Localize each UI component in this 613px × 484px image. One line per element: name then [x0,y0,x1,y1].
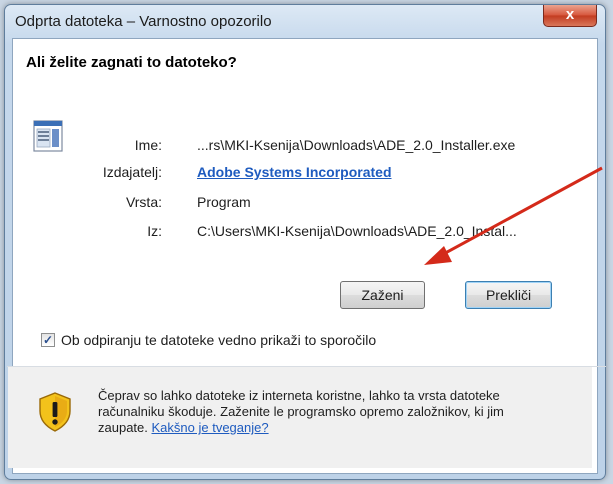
type-value: Program [197,194,251,210]
window-title: Odprta datoteka – Varnostno opozorilo [15,13,272,30]
security-shield-warning-icon [39,392,71,432]
close-icon: x [565,6,575,23]
name-label: Ime: [134,137,162,153]
cancel-button[interactable]: Prekliči [465,281,552,309]
from-label: Iz: [147,223,162,239]
publisher-link[interactable]: Adobe Systems Incorporated [197,164,392,180]
close-button[interactable]: x [543,5,597,27]
dialog-heading: Ali želite zagnati to datoteko? [26,54,237,71]
risk-link[interactable]: Kakšno je tveganje? [152,420,269,435]
from-value: C:\Users\MKI-Ksenija\Downloads\ADE_2.0_I… [197,223,517,239]
run-button[interactable]: Zaženi [340,281,425,309]
always-show-label[interactable]: Ob odpiranju te datoteke vedno prikaži t… [61,332,376,348]
publisher-label: Izdajatelj: [102,164,162,180]
always-show-checkbox[interactable]: ✓ [41,333,55,347]
type-label: Vrsta: [125,194,162,210]
name-value: ...rs\MKI-Ksenija\Downloads\ADE_2.0_Inst… [197,137,516,153]
warning-message: Čeprav so lahko datoteke iz interneta ko… [98,388,538,436]
title-bar[interactable]: Odprta datoteka – Varnostno opozorilo x [5,5,605,37]
application-file-icon [33,120,63,152]
